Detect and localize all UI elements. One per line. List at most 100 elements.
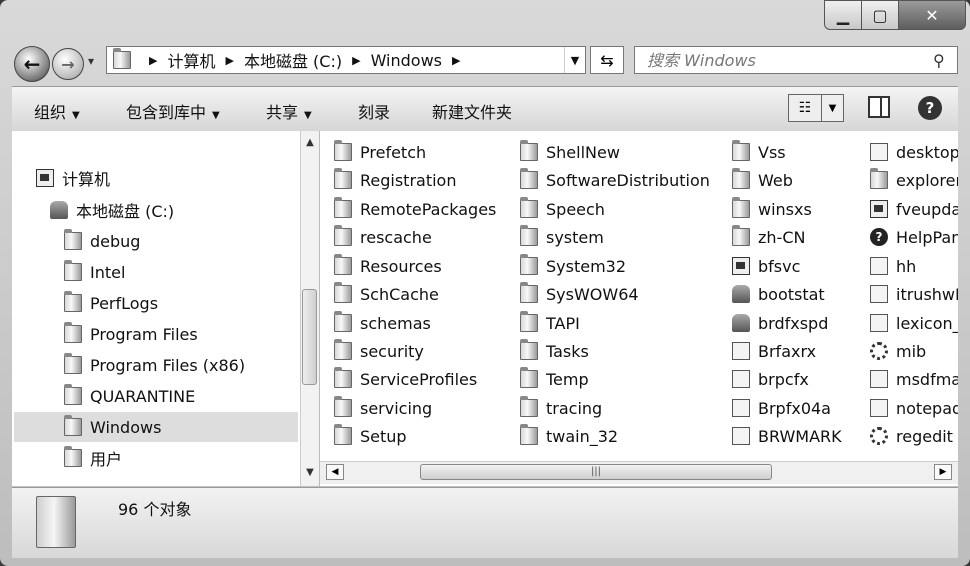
nav-item-drive[interactable]: 本地磁盘 (C:) (50, 197, 174, 223)
breadcrumb-windows[interactable]: Windows (371, 51, 442, 70)
folder-item[interactable]: Speech (520, 196, 605, 222)
scroll-right-icon[interactable]: ▶ (934, 464, 952, 480)
file-item[interactable]: notepad (870, 395, 958, 421)
file-item[interactable]: lexicon_2 (870, 310, 958, 336)
folder-item[interactable]: ServiceProfiles (334, 366, 477, 392)
share-button[interactable]: 共享 ▼ (266, 99, 312, 123)
folder-item[interactable]: twain_32 (520, 423, 618, 449)
file-item[interactable]: hh (870, 253, 916, 279)
folder-item[interactable]: servicing (334, 395, 432, 421)
folder-icon (520, 367, 538, 388)
chevron-down-icon[interactable]: ▼ (822, 95, 843, 121)
address-dropdown[interactable]: ▼ (564, 47, 585, 73)
new-folder-button[interactable]: 新建文件夹 (432, 99, 512, 123)
scroll-down-icon[interactable]: ▼ (301, 467, 319, 478)
folder-item[interactable]: system (520, 224, 604, 250)
folder-item[interactable]: rescache (334, 224, 432, 250)
folder-item[interactable]: SchCache (334, 281, 439, 307)
file-item[interactable]: Brfaxrx (732, 338, 816, 364)
file-item[interactable]: ? HelpPane (870, 224, 958, 250)
folder-item[interactable]: System32 (520, 253, 626, 279)
nav-item-folder[interactable]: 用户 (64, 445, 122, 471)
folder-item[interactable]: security (334, 338, 424, 364)
file-item[interactable]: brpcfx (732, 366, 809, 392)
folder-item[interactable]: Web (732, 167, 793, 193)
file-item[interactable]: itrushwPT (870, 281, 958, 307)
nav-item-folder[interactable]: Program Files (x86) (64, 352, 245, 378)
folder-item[interactable]: SoftwareDistribution (520, 167, 710, 193)
folder-item[interactable]: SysWOW64 (520, 281, 639, 307)
scroll-left-icon[interactable]: ◀ (326, 464, 344, 480)
organize-button[interactable]: 组织 ▼ (34, 99, 80, 123)
file-horizontal-scrollbar[interactable]: ◀ ||| ▶ (320, 461, 958, 484)
folder-item[interactable]: winsxs (732, 196, 812, 222)
file-item[interactable]: brdfxspd (732, 310, 828, 336)
file-item[interactable]: msdfmap (870, 366, 958, 392)
file-item[interactable]: mib (870, 338, 926, 364)
refresh-button[interactable]: ⇆ (590, 46, 624, 74)
folder-item[interactable]: Prefetch (334, 139, 426, 165)
nav-item-folder[interactable]: Program Files (64, 321, 198, 347)
maximize-button[interactable]: ▢ (861, 0, 899, 30)
nav-item-computer[interactable]: 计算机 (36, 165, 110, 191)
chevron-right-icon[interactable]: ▶ (452, 54, 460, 67)
folder-item[interactable]: Resources (334, 253, 442, 279)
address-bar[interactable]: ▶ 计算机 ▶ 本地磁盘 (C:) ▶ Windows ▶ ▼ (106, 46, 586, 74)
close-button[interactable]: ✕ (898, 0, 966, 30)
chevron-right-icon[interactable]: ▶ (352, 54, 360, 67)
scroll-thumb[interactable]: ||| (420, 464, 772, 480)
nav-item-folder[interactable]: debug (64, 228, 140, 254)
folder-item[interactable]: Tasks (520, 338, 589, 364)
item-label: schemas (360, 313, 431, 333)
scroll-up-icon[interactable]: ▲ (301, 137, 319, 148)
file-item[interactable]: fveupdat (870, 196, 958, 222)
nav-item-folder[interactable]: Intel (64, 259, 125, 285)
file-item[interactable]: bfsvc (732, 253, 800, 279)
nav-item-folder[interactable]: QUARANTINE (64, 383, 195, 409)
preview-pane-button[interactable] (868, 96, 890, 118)
help-button[interactable]: ? (918, 96, 942, 120)
folder-item[interactable]: schemas (334, 310, 431, 336)
view-icon[interactable]: ☷ (789, 95, 822, 121)
folder-item[interactable]: RemotePackages (334, 196, 496, 222)
navigation-pane: 计算机 本地磁盘 (C:) debug Intel PerfLogs Progr… (12, 131, 300, 486)
item-label: ShellNew (546, 142, 620, 162)
folder-item[interactable]: Setup (334, 423, 407, 449)
search-icon[interactable]: ⚲ (933, 51, 957, 70)
file-item[interactable]: explorer (870, 167, 958, 193)
folder-item[interactable]: Registration (334, 167, 456, 193)
scroll-thumb[interactable] (302, 289, 317, 385)
folder-item[interactable]: TAPI (520, 310, 580, 336)
folder-icon (64, 415, 82, 436)
file-item[interactable]: bootstat (732, 281, 825, 307)
folder-item[interactable]: tracing (520, 395, 602, 421)
burn-button[interactable]: 刻录 (358, 99, 390, 123)
include-library-button[interactable]: 包含到库中 ▼ (126, 99, 220, 123)
folder-icon (732, 168, 750, 189)
search-input[interactable] (645, 49, 933, 71)
minimize-button[interactable]: ▁ (824, 0, 862, 30)
folder-item[interactable]: zh-CN (732, 224, 805, 250)
nav-item-folder[interactable]: PerfLogs (64, 290, 158, 316)
nav-scrollbar[interactable]: ▲ ▼ (300, 131, 320, 486)
dll-file-icon (732, 427, 750, 445)
chevron-right-icon[interactable]: ▶ (149, 54, 157, 67)
folder-item[interactable]: Temp (520, 366, 589, 392)
nav-item-windows[interactable]: Windows (14, 412, 298, 442)
back-button[interactable]: ← (14, 46, 50, 82)
file-item[interactable]: Brpfx04a (732, 395, 831, 421)
breadcrumb-computer[interactable]: 计算机 (167, 48, 215, 72)
folder-item[interactable]: Vss (732, 139, 786, 165)
breadcrumb-drive[interactable]: 本地磁盘 (C:) (244, 48, 342, 72)
chevron-right-icon[interactable]: ▶ (225, 54, 233, 67)
settings-file-icon (870, 143, 888, 161)
folder-item[interactable]: ShellNew (520, 139, 620, 165)
forward-button[interactable]: → (52, 48, 84, 80)
history-dropdown[interactable]: ▾ (88, 54, 94, 68)
file-item[interactable]: regedit (870, 423, 953, 449)
search-box[interactable]: ⚲ (634, 46, 958, 74)
item-label: SysWOW64 (546, 284, 639, 304)
file-item[interactable]: BRWMARK (732, 423, 842, 449)
view-options-button[interactable]: ☷ ▼ (788, 94, 844, 122)
file-item[interactable]: desktop (870, 139, 958, 165)
